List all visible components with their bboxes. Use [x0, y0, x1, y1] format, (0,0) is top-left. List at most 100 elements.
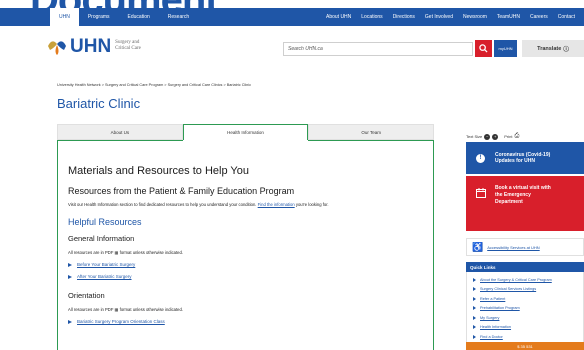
- arrow-right-icon: [68, 262, 72, 267]
- er-text: Book a virtual visit with the Emergency …: [495, 185, 551, 205]
- page-title: Bariatric Clinic: [57, 96, 141, 111]
- top-nav-right: About UHN Locations Directions Get Invol…: [321, 14, 580, 20]
- arrow-right-icon: [68, 274, 72, 279]
- tab-health-information[interactable]: Health Information: [182, 124, 309, 140]
- tab-bar: About Us Health Information Our Team: [57, 124, 435, 140]
- tab-content-panel: Materials and Resources to Help You Reso…: [57, 140, 434, 350]
- breadcrumb[interactable]: University Health Network > Surgery and …: [57, 83, 251, 87]
- arrow-right-icon: [473, 278, 476, 282]
- general-links-list: Before Your Bariatric Surgery After Your…: [68, 262, 433, 279]
- topnav-locations[interactable]: Locations: [356, 14, 387, 20]
- print-label[interactable]: Print: [504, 134, 512, 139]
- translate-icon: ⓘ: [563, 46, 569, 53]
- er-line3: Department: [495, 198, 523, 205]
- quick-link[interactable]: Find a Doctor: [480, 335, 503, 340]
- quick-links-title: Quick Links: [466, 262, 584, 272]
- quick-link[interactable]: Refer a Patient: [480, 297, 505, 302]
- text-size-increase-icon[interactable]: +: [492, 133, 499, 140]
- find-information-link[interactable]: Find the information: [258, 202, 295, 207]
- quick-link[interactable]: Health Information: [480, 325, 511, 330]
- quick-link-item[interactable]: About the Surgery & Critical Care Progra…: [473, 278, 583, 283]
- site-header: UHN Surgery and Critical Care Search UHN…: [0, 30, 584, 66]
- topnav-education[interactable]: Education: [119, 8, 159, 26]
- alert-icon: !: [476, 153, 485, 163]
- arrow-right-icon: [473, 287, 476, 292]
- accessibility-box[interactable]: ♿ Accessibility Services at UHN: [466, 238, 584, 256]
- uhn-logo[interactable]: UHN Surgery and Critical Care: [46, 36, 141, 56]
- wheelchair-icon: ♿: [472, 241, 484, 252]
- general-information-heading: General Information: [68, 234, 135, 243]
- covid-text: Coronavirus (Covid-19) Updates for UHN: [495, 152, 550, 165]
- myuhn-button[interactable]: myUHN: [494, 40, 517, 57]
- logo-mark-icon: [46, 36, 68, 56]
- list-item[interactable]: After Your Bariatric Surgery: [68, 274, 433, 279]
- virtual-er-banner[interactable]: Book a virtual visit with the Emergency …: [466, 176, 584, 231]
- translate-button[interactable]: Translate ⓘ: [522, 40, 584, 57]
- resource-link[interactable]: After Your Bariatric Surgery: [77, 274, 132, 279]
- logo-subtitle: Surgery and Critical Care: [115, 40, 141, 52]
- arrow-right-icon: [473, 325, 476, 330]
- orange-banner[interactable]: $ 35 531: [466, 342, 584, 350]
- orientation-links-list: Bariatric Surgery Program Orientation Cl…: [68, 319, 433, 324]
- top-nav-left: UHN Programs Education Research: [50, 8, 198, 26]
- list-item[interactable]: Bariatric Surgery Program Orientation Cl…: [68, 319, 433, 324]
- topnav-newsroom[interactable]: Newsroom: [458, 14, 492, 20]
- content-intro: Visit our Health Information section to …: [68, 202, 433, 207]
- logo-name: UHN: [70, 35, 112, 57]
- topnav-teamuhn[interactable]: TeamUHN: [492, 14, 525, 20]
- er-line1: Book a virtual visit with: [495, 185, 551, 191]
- top-nav: UHN Programs Education Research About UH…: [0, 8, 584, 26]
- quick-link[interactable]: My Surgery: [480, 316, 499, 321]
- pdf-format-note: All resources are in PDF ▦ format unless…: [68, 307, 183, 312]
- quick-link-item[interactable]: Find a Doctor: [473, 334, 583, 340]
- pdf-format-note: All resources are in PDF ▦ format unless…: [68, 250, 183, 255]
- covid-line2: Updates for UHN: [495, 158, 536, 164]
- calendar-icon: [476, 188, 486, 198]
- topnav-get-involved[interactable]: Get Involved: [420, 14, 458, 20]
- topnav-research[interactable]: Research: [159, 8, 198, 26]
- topnav-about[interactable]: About UHN: [321, 14, 356, 20]
- quick-links-panel: About the Surgery & Critical Care Progra…: [466, 272, 584, 350]
- arrow-right-icon: [68, 319, 72, 324]
- topnav-careers[interactable]: Careers: [525, 14, 553, 20]
- quick-link[interactable]: About the Surgery & Critical Care Progra…: [480, 278, 552, 283]
- arrow-right-icon: [473, 334, 476, 339]
- arrow-right-icon: [473, 306, 476, 311]
- search-button[interactable]: [475, 40, 492, 57]
- text-size-controls: Text Size − + Print ⎙: [466, 133, 519, 140]
- content-subheading: Resources from the Patient & Family Educ…: [68, 186, 295, 196]
- covid-updates-banner[interactable]: ! Coronavirus (Covid-19) Updates for UHN: [466, 142, 584, 174]
- quick-link-item[interactable]: Health Information: [473, 325, 583, 330]
- quick-link[interactable]: Surgery Clinical Services Listings: [480, 287, 536, 292]
- myuhn-label: myUHN: [498, 46, 513, 51]
- intro-text-after: you're looking for.: [295, 202, 329, 207]
- print-icon[interactable]: ⎙: [514, 133, 519, 140]
- orientation-heading: Orientation: [68, 291, 105, 300]
- helpful-resources-heading: Helpful Resources: [68, 217, 142, 227]
- list-item[interactable]: Before Your Bariatric Surgery: [68, 262, 433, 267]
- quick-links-list: About the Surgery & Critical Care Progra…: [467, 272, 583, 349]
- text-size-decrease-icon[interactable]: −: [484, 133, 491, 140]
- text-size-label: Text Size: [466, 134, 483, 139]
- topnav-directions[interactable]: Directions: [388, 14, 420, 20]
- resource-link[interactable]: Bariatric Surgery Program Orientation Cl…: [77, 319, 165, 324]
- resource-link[interactable]: Before Your Bariatric Surgery: [77, 262, 135, 267]
- logo-subtitle-line2: Critical Care: [115, 46, 141, 51]
- content-inner: Materials and Resources to Help You Reso…: [58, 140, 433, 324]
- quick-link-item[interactable]: Prehabilitation Program: [473, 306, 583, 311]
- tab-about-us[interactable]: About Us: [57, 124, 183, 140]
- search-icon: [479, 44, 488, 53]
- intro-text: Visit our Health Information section to …: [68, 202, 257, 207]
- quick-link-item[interactable]: Refer a Patient: [473, 296, 583, 302]
- topnav-programs[interactable]: Programs: [79, 8, 119, 26]
- quick-link-item[interactable]: My Surgery: [473, 315, 583, 321]
- er-line2: the Emergency: [495, 191, 531, 198]
- quick-link[interactable]: Prehabilitation Program: [480, 306, 520, 311]
- arrow-right-icon: [473, 296, 476, 301]
- topnav-contact[interactable]: Contact: [553, 14, 580, 20]
- accessibility-link[interactable]: Accessibility Services at UHN: [487, 245, 539, 250]
- quick-link-item[interactable]: Surgery Clinical Services Listings: [473, 287, 583, 292]
- tab-our-team[interactable]: Our Team: [308, 124, 435, 140]
- search-input[interactable]: Search UHN.ca: [283, 42, 473, 56]
- topnav-uhn[interactable]: UHN: [50, 8, 79, 26]
